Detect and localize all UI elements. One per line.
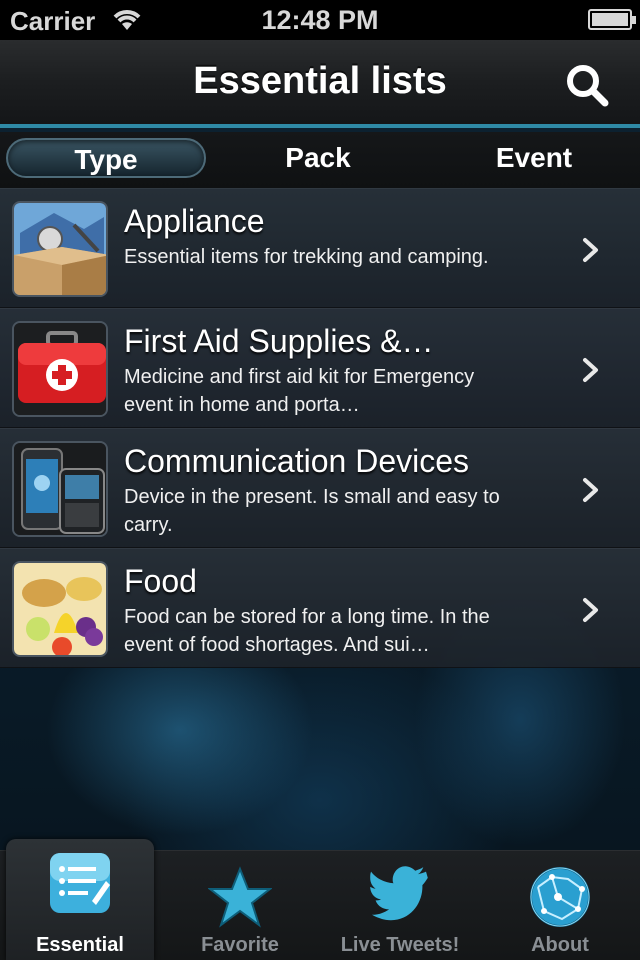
list-item-title: First Aid Supplies &… <box>124 323 434 359</box>
chevron-right-icon <box>583 238 598 262</box>
segment-event[interactable]: Event <box>434 138 634 178</box>
list-item[interactable]: Communication Devices Device in the pres… <box>0 428 640 548</box>
star-icon <box>208 866 272 928</box>
chevron-right-icon <box>583 358 598 382</box>
tab-label: Live Tweets! <box>340 934 460 956</box>
chevron-right-icon <box>583 598 598 622</box>
phones-icon <box>12 441 108 537</box>
appliance-icon <box>12 201 108 297</box>
segmented-control: Type Pack Event <box>0 132 640 188</box>
tab-bar: Essential Favorite Live Tweets! About <box>0 839 640 960</box>
tab-favorite[interactable]: Favorite <box>160 851 320 960</box>
list-item-title: Food <box>124 563 197 599</box>
list-item[interactable]: Appliance Essential items for trekking a… <box>0 188 640 308</box>
tab-label: Favorite <box>201 934 279 956</box>
list-item[interactable]: First Aid Supplies &… Medicine and first… <box>0 308 640 428</box>
app-screen: Carrier 12:48 PM Essential lists Type Pa… <box>0 0 640 960</box>
tab-live-tweets[interactable]: Live Tweets! <box>320 851 480 960</box>
navigation-bar: Essential lists <box>0 40 640 128</box>
status-bar: Carrier 12:48 PM <box>0 0 640 40</box>
segment-type[interactable]: Type <box>6 138 206 178</box>
tab-label: Essential <box>36 934 124 956</box>
tab-about[interactable]: About <box>480 851 640 960</box>
chevron-right-icon <box>583 478 598 502</box>
list-item-description: Device in the present. Is small and easy… <box>124 486 500 536</box>
first-aid-kit-icon <box>12 321 108 417</box>
search-icon[interactable] <box>564 62 610 108</box>
globe-network-icon <box>530 867 590 927</box>
essential-list: Appliance Essential items for trekking a… <box>0 188 640 668</box>
tab-label: About <box>531 934 589 956</box>
page-title: Essential lists <box>193 60 447 102</box>
battery-icon <box>588 9 636 30</box>
list-item-description: Food can be stored for a long time. In t… <box>124 606 490 656</box>
twitter-bird-icon <box>370 866 428 921</box>
tab-essential[interactable]: Essential <box>6 839 154 960</box>
list-item-title: Appliance <box>124 203 265 239</box>
list-icon <box>50 853 110 913</box>
list-item[interactable]: Food Food can be stored for a long time.… <box>0 548 640 668</box>
food-icon <box>12 561 108 657</box>
list-item-title: Communication Devices <box>124 443 470 479</box>
clock-label: 12:48 PM <box>261 5 379 35</box>
segment-pack[interactable]: Pack <box>218 138 418 178</box>
list-item-description: Medicine and first aid kit for Emergency… <box>124 366 475 416</box>
list-item-description: Essential items for trekking and camping… <box>124 246 489 268</box>
